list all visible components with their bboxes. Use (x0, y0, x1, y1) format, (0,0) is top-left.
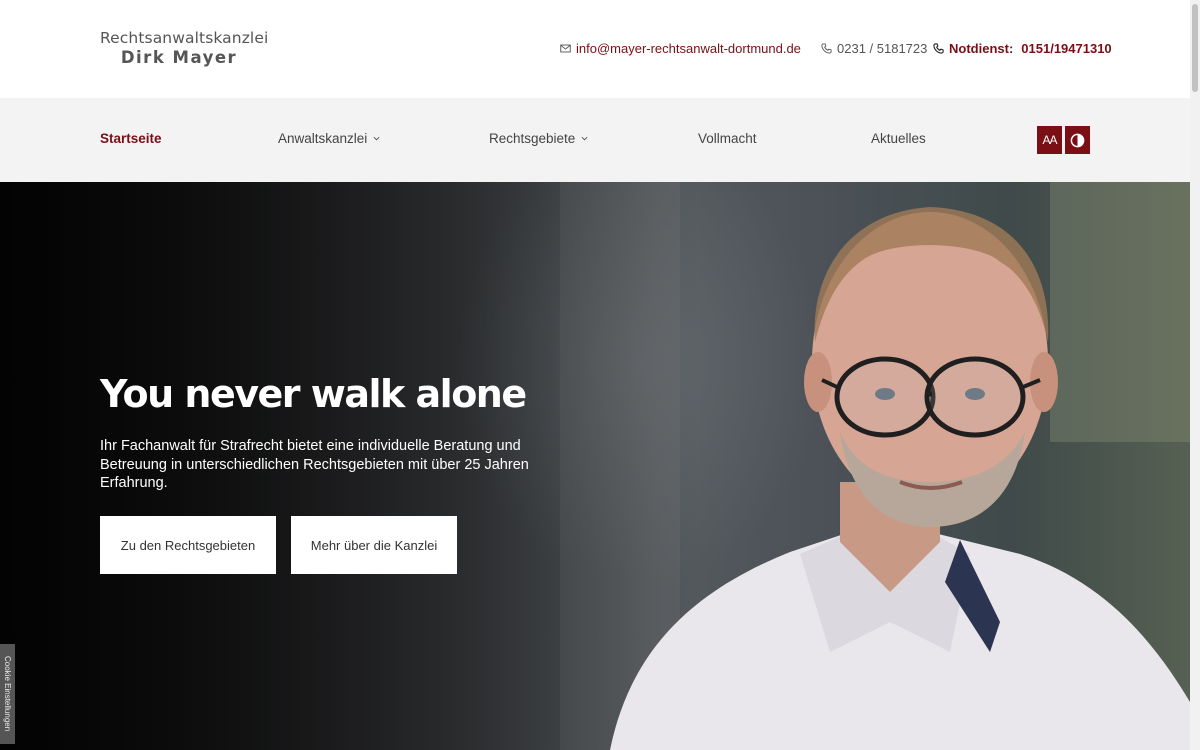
font-size-icon: AA (1042, 133, 1057, 147)
emergency-phone: 0151/19471310 (1021, 41, 1112, 56)
nav-label: Anwaltskanzlei (278, 131, 368, 146)
email-link[interactable]: info@mayer-rechtsanwalt-dortmund.de (560, 41, 801, 56)
main-navigation: Startseite Anwaltskanzlei Rechtsgebiete … (0, 98, 1190, 182)
chevron-down-icon (373, 136, 380, 141)
cookie-settings-label: Cookie Einstellungen (3, 656, 12, 732)
contrast-icon (1070, 133, 1085, 147)
logo-line-2: Dirk Mayer (120, 48, 238, 67)
contrast-button[interactable] (1065, 126, 1090, 154)
scrollbar-thumb[interactable] (1192, 4, 1198, 92)
hero-description: Ihr Fachanwalt für Strafrecht bietet ein… (100, 438, 529, 491)
lawyer-portrait-image (610, 207, 1190, 750)
nav-label: Rechtsgebiete (489, 131, 576, 146)
button-label: Mehr über die Kanzlei (310, 537, 438, 553)
hero-title: You never walk alone (100, 372, 527, 416)
nav-label: Aktuelles (871, 131, 926, 146)
top-bar: Rechtsanwaltskanzlei Dirk Mayer info@may… (0, 0, 1190, 98)
envelope-icon (560, 44, 571, 53)
phone-text: 0231 / 5181723 (837, 41, 928, 56)
logo-line-1: Rechtsanwaltskanzlei (100, 29, 269, 47)
nav-item-rechtsgebiete[interactable]: Rechtsgebiete (489, 131, 588, 146)
nav-item-startseite[interactable]: Startseite (100, 131, 162, 146)
emergency-label: Notdienst: (949, 41, 1014, 56)
phone-link[interactable]: 0231 / 5181723 (821, 41, 927, 56)
emergency-link[interactable]: Notdienst: 0151/19471310 (933, 41, 1112, 56)
email-text: info@mayer-rechtsanwalt-dortmund.de (576, 41, 801, 56)
nav-label: Vollmacht (698, 131, 757, 146)
chevron-down-icon (581, 136, 588, 141)
font-size-button[interactable]: AA (1037, 126, 1062, 154)
scrollbar[interactable] (1190, 0, 1200, 750)
cookie-settings-tab[interactable]: Cookie Einstellungen (0, 644, 15, 744)
button-label: Zu den Rechtsgebieten (120, 537, 256, 553)
nav-item-anwaltskanzlei[interactable]: Anwaltskanzlei (278, 131, 380, 146)
practice-areas-button[interactable]: Zu den Rechtsgebieten (100, 516, 276, 574)
about-firm-button[interactable]: Mehr über die Kanzlei (291, 516, 457, 574)
nav-label: Startseite (100, 131, 162, 146)
phone-icon (821, 43, 832, 54)
nav-item-aktuelles[interactable]: Aktuelles (871, 131, 926, 146)
site-logo[interactable]: Rechtsanwaltskanzlei Dirk Mayer (100, 28, 269, 68)
nav-item-vollmacht[interactable]: Vollmacht (698, 131, 757, 146)
hero-section: You never walk alone Ihr Fachanwalt für … (0, 182, 1190, 750)
phone-icon (933, 43, 944, 54)
